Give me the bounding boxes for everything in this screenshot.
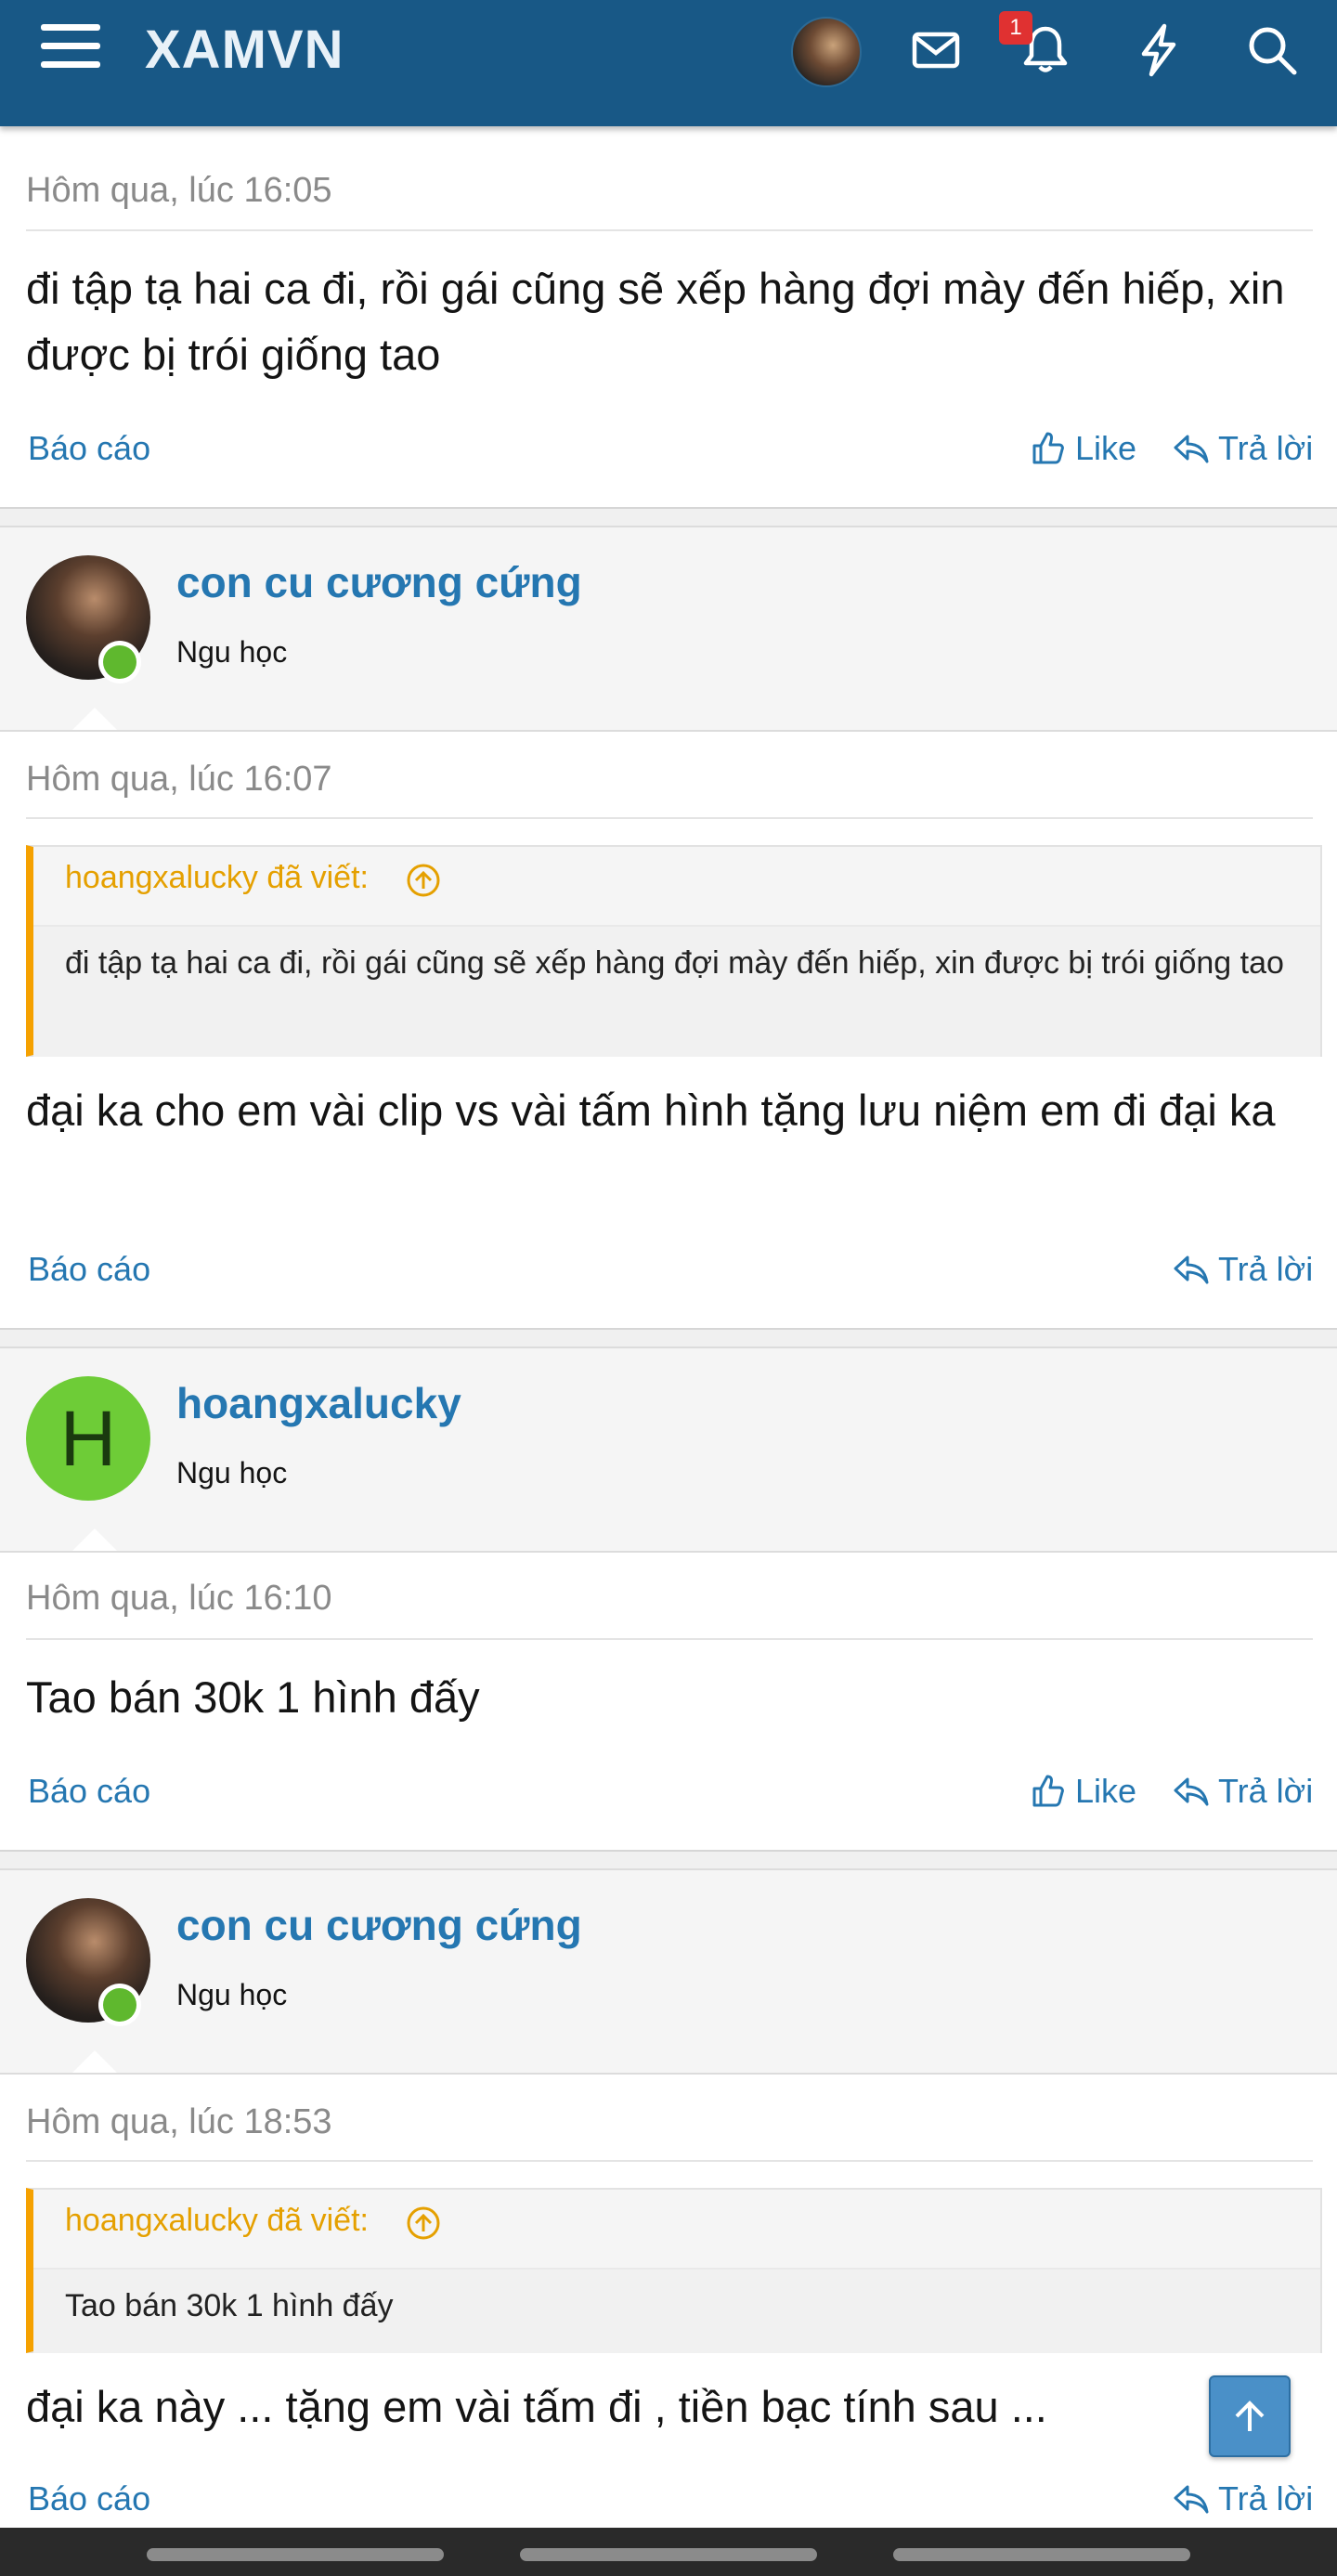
report-link[interactable]: Báo cáo bbox=[28, 1772, 150, 1811]
post-username[interactable]: con cu cương cứng bbox=[176, 1900, 582, 1950]
quote-body: Tao bán 30k 1 hình đấy bbox=[33, 2268, 1320, 2353]
system-navigation-bar bbox=[0, 2528, 1337, 2576]
post-timestamp[interactable]: Hôm qua, lúc 16:07 bbox=[26, 760, 332, 800]
thumbs-up-icon[interactable] bbox=[1029, 1772, 1068, 1811]
user-title: Ngu học bbox=[176, 1456, 288, 1490]
quote-block: hoangxalucky đã viết: Tao bán 30k 1 hình… bbox=[26, 2188, 1322, 2353]
post-caret bbox=[72, 2050, 117, 2073]
notification-count-badge: 1 bbox=[999, 11, 1032, 45]
post-body: đại ka cho em vài clip vs vài tấm hình t… bbox=[26, 1086, 1276, 1135]
avatar[interactable]: H bbox=[26, 1376, 150, 1501]
post-user-bar: con cu cương cứng Ngu học bbox=[0, 1868, 1337, 2075]
divider bbox=[26, 1638, 1313, 1640]
report-link[interactable]: Báo cáo bbox=[28, 429, 150, 468]
scroll-to-top-button[interactable] bbox=[1209, 2375, 1291, 2457]
quote-body: đi tập tạ hai ca đi, rồi gái cũng sẽ xếp… bbox=[33, 925, 1320, 1057]
search-icon[interactable] bbox=[1242, 20, 1302, 80]
report-link[interactable]: Báo cáo bbox=[28, 1250, 150, 1289]
online-status-icon bbox=[98, 1984, 141, 2026]
quote-author-link[interactable]: hoangxalucky đã viết: bbox=[65, 860, 369, 896]
quote-text: đi tập tạ hai ca đi, rồi gái cũng sẽ xếp… bbox=[65, 945, 1284, 981]
mail-icon[interactable] bbox=[906, 20, 966, 80]
post-username[interactable]: hoangxalucky bbox=[176, 1378, 461, 1428]
quote-author-link[interactable]: hoangxalucky đã viết: bbox=[65, 2203, 369, 2239]
post-timestamp[interactable]: Hôm qua, lúc 18:53 bbox=[26, 2102, 332, 2142]
site-logo[interactable]: XAMVN bbox=[145, 19, 344, 81]
reply-icon[interactable] bbox=[1172, 2479, 1211, 2518]
post-caret bbox=[72, 708, 117, 730]
post-timestamp[interactable]: Hôm qua, lúc 16:05 bbox=[26, 171, 332, 211]
post-body: đi tập tạ hai ca đi, rồi gái cũng sẽ xếp… bbox=[26, 264, 1285, 379]
hamburger-menu-icon[interactable] bbox=[41, 24, 100, 76]
post-separator bbox=[0, 1850, 1337, 1870]
post-timestamp[interactable]: Hôm qua, lúc 16:10 bbox=[26, 1579, 332, 1619]
reply-icon[interactable] bbox=[1172, 1250, 1211, 1289]
user-title: Ngu học bbox=[176, 1978, 288, 2011]
post-user-bar: H hoangxalucky Ngu học bbox=[0, 1347, 1337, 1553]
reply-button[interactable]: Trả lời bbox=[1218, 1772, 1313, 1811]
arrow-up-circle-icon[interactable] bbox=[405, 2205, 442, 2242]
divider bbox=[26, 229, 1313, 231]
reply-button[interactable]: Trả lời bbox=[1218, 1250, 1313, 1289]
post-body: đại ka này ... tặng em vài tấm đi , tiền… bbox=[26, 2382, 1047, 2431]
arrow-up-icon bbox=[1235, 2400, 1265, 2431]
quote-block: hoangxalucky đã viết: đi tập tạ hai ca đ… bbox=[26, 845, 1322, 1057]
quote-text: Tao bán 30k 1 hình đấy bbox=[65, 2288, 394, 2323]
divider bbox=[26, 817, 1313, 819]
reply-icon[interactable] bbox=[1172, 429, 1211, 468]
post-separator bbox=[0, 507, 1337, 527]
nav-gesture-pill[interactable] bbox=[893, 2548, 1190, 2561]
reply-icon[interactable] bbox=[1172, 1772, 1211, 1811]
post-caret bbox=[72, 1529, 117, 1551]
post-user-bar: con cu cương cứng Ngu học bbox=[0, 526, 1337, 732]
reply-button[interactable]: Trả lời bbox=[1218, 2479, 1313, 2518]
user-avatar[interactable] bbox=[791, 17, 862, 87]
like-button[interactable]: Like bbox=[1075, 429, 1136, 468]
divider bbox=[26, 2160, 1313, 2162]
thumbs-up-icon[interactable] bbox=[1029, 429, 1068, 468]
post-username[interactable]: con cu cương cứng bbox=[176, 557, 582, 607]
like-button[interactable]: Like bbox=[1075, 1772, 1136, 1811]
post-separator bbox=[0, 1328, 1337, 1348]
report-link[interactable]: Báo cáo bbox=[28, 2479, 150, 2518]
reply-button[interactable]: Trả lời bbox=[1218, 429, 1313, 468]
post-body: Tao bán 30k 1 hình đấy bbox=[26, 1672, 480, 1722]
nav-gesture-pill[interactable] bbox=[520, 2548, 817, 2561]
online-status-icon bbox=[98, 641, 141, 683]
nav-gesture-pill[interactable] bbox=[147, 2548, 444, 2561]
arrow-up-circle-icon[interactable] bbox=[405, 862, 442, 899]
top-navigation-bar: XAMVN 1 bbox=[0, 0, 1337, 126]
lightning-icon[interactable] bbox=[1129, 20, 1188, 80]
user-title: Ngu học bbox=[176, 635, 288, 669]
